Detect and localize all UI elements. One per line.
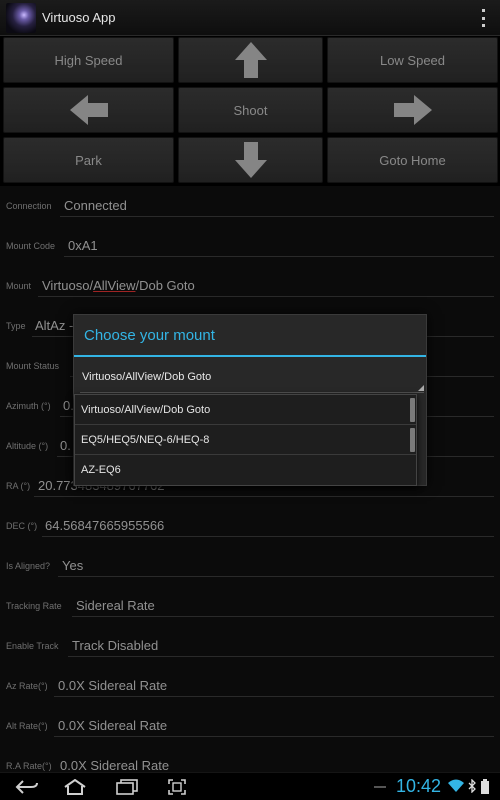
- shoot-label: Shoot: [233, 102, 268, 118]
- dec-row: DEC (°) 64.56847665955566: [0, 506, 500, 546]
- enable-track-label: Enable Track: [6, 641, 59, 651]
- arrow-left-icon: [69, 95, 108, 125]
- alt-rate-label: Alt Rate(°): [6, 721, 48, 731]
- app-logo-icon[interactable]: [6, 3, 36, 33]
- battery-icon: [481, 779, 489, 794]
- mount-row: Mount Virtuoso/AllView/Dob Goto: [0, 266, 500, 306]
- arrow-up-icon: [234, 42, 267, 78]
- goto-home-label: Goto Home: [379, 152, 446, 168]
- type-field[interactable]: AltAz -: [35, 318, 73, 336]
- az-rate-row: Az Rate(°) 0.0X Sidereal Rate: [0, 666, 500, 706]
- mount-code-label: Mount Code: [6, 241, 56, 251]
- mount-code-row: Mount Code 0xA1: [0, 226, 500, 266]
- ra-rate-row: R.A Rate(°) 0.0X Sidereal Rate: [0, 746, 500, 772]
- goto-home-button[interactable]: Goto Home: [327, 137, 498, 183]
- app-title: Virtuoso App: [42, 10, 116, 25]
- back-icon: [15, 780, 38, 794]
- mount-option-az-eq6[interactable]: AZ-EQ6: [75, 455, 416, 485]
- enable-track-row: Enable Track Track Disabled: [0, 626, 500, 666]
- connection-label: Connection: [6, 201, 52, 211]
- overflow-menu-icon[interactable]: [480, 9, 486, 27]
- high-speed-button[interactable]: High Speed: [3, 37, 174, 83]
- clock: 10:42: [396, 776, 442, 796]
- mount-option-eq5[interactable]: EQ5/HEQ5/NEQ-6/HEQ-8: [75, 425, 416, 455]
- azimuth-label: Azimuth (°): [6, 401, 51, 411]
- status-divider: [374, 786, 386, 788]
- ra-label: RA (°): [6, 481, 31, 491]
- dropdown-scrollbar-segment: [410, 428, 415, 452]
- ra-rate-label: R.A Rate(°): [6, 761, 52, 771]
- mount-option-virtuoso[interactable]: Virtuoso/AllView/Dob Goto: [75, 395, 416, 425]
- recents-button[interactable]: [112, 775, 142, 799]
- is-aligned-field[interactable]: Yes: [62, 558, 83, 576]
- mount-option-label: Virtuoso/AllView/Dob Goto: [81, 404, 211, 416]
- mount-field[interactable]: Virtuoso/AllView/Dob Goto: [42, 278, 195, 296]
- screenshot-button[interactable]: [162, 775, 192, 799]
- dialog-title: Choose your mount: [84, 327, 215, 344]
- control-grid: High Speed Low Speed Shoot Park Goto Hom…: [0, 36, 500, 186]
- home-icon: [64, 779, 86, 795]
- system-nav-bar: 10:42: [0, 772, 500, 800]
- low-speed-button[interactable]: Low Speed: [327, 37, 498, 83]
- mount-value-prefix: Virtuoso/: [42, 278, 94, 293]
- tracking-rate-field[interactable]: Sidereal Rate: [76, 598, 155, 616]
- recents-icon: [116, 779, 138, 795]
- spinner-triangle-icon: [418, 385, 424, 391]
- low-speed-label: Low Speed: [379, 52, 446, 68]
- mount-option-label: AZ-EQ6: [81, 464, 121, 476]
- mount-value-spellcheck: AllView: [93, 278, 136, 293]
- is-aligned-row: Is Aligned? Yes: [0, 546, 500, 586]
- is-aligned-label: Is Aligned?: [6, 561, 51, 571]
- dropdown-scrollbar[interactable]: [410, 398, 415, 422]
- alt-rate-field[interactable]: 0.0X Sidereal Rate: [58, 718, 167, 736]
- screenshot-icon: [168, 779, 186, 795]
- connection-field[interactable]: Connected: [64, 198, 127, 216]
- back-button[interactable]: [12, 775, 42, 799]
- mount-status-label: Mount Status: [6, 361, 60, 371]
- mount-value-suffix: /Dob Goto: [135, 278, 195, 293]
- move-down-button[interactable]: [178, 137, 323, 183]
- bluetooth-icon: [468, 779, 476, 793]
- az-rate-field[interactable]: 0.0X Sidereal Rate: [58, 678, 167, 696]
- tracking-rate-row: Tracking Rate Sidereal Rate: [0, 586, 500, 626]
- arrow-down-icon: [234, 142, 267, 178]
- move-left-button[interactable]: [3, 87, 174, 133]
- dialog-title-divider: [74, 355, 426, 357]
- mount-dropdown-list[interactable]: Virtuoso/AllView/Dob Goto EQ5/HEQ5/NEQ-6…: [74, 394, 417, 486]
- wifi-icon: [448, 779, 464, 792]
- mount-label: Mount: [6, 281, 32, 291]
- type-label: Type: [6, 321, 26, 331]
- tracking-rate-label: Tracking Rate: [6, 601, 62, 611]
- alt-rate-row: Alt Rate(°) 0.0X Sidereal Rate: [0, 706, 500, 746]
- ra-rate-field[interactable]: 0.0X Sidereal Rate: [60, 758, 169, 772]
- mount-option-label: EQ5/HEQ5/NEQ-6/HEQ-8: [81, 434, 210, 446]
- mount-spinner[interactable]: Virtuoso/AllView/Dob Goto: [80, 367, 424, 393]
- move-up-button[interactable]: [178, 37, 323, 83]
- high-speed-label: High Speed: [54, 52, 123, 68]
- mount-spinner-value: Virtuoso/AllView/Dob Goto: [82, 371, 212, 383]
- dec-label: DEC (°): [6, 521, 38, 531]
- park-button[interactable]: Park: [3, 137, 174, 183]
- action-bar: Virtuoso App: [0, 0, 500, 36]
- dec-field[interactable]: 64.56847665955566: [45, 518, 164, 536]
- home-button[interactable]: [60, 775, 90, 799]
- connection-row: Connection Connected: [0, 186, 500, 226]
- park-label: Park: [75, 152, 102, 168]
- shoot-button[interactable]: Shoot: [178, 87, 323, 133]
- altitude-label: Altitude (°): [6, 441, 49, 451]
- move-right-button[interactable]: [327, 87, 498, 133]
- az-rate-label: Az Rate(°): [6, 681, 48, 691]
- enable-track-field[interactable]: Track Disabled: [72, 638, 158, 656]
- altitude-field[interactable]: 0.: [60, 438, 71, 456]
- arrow-right-icon: [393, 95, 432, 125]
- mount-code-field[interactable]: 0xA1: [68, 238, 98, 256]
